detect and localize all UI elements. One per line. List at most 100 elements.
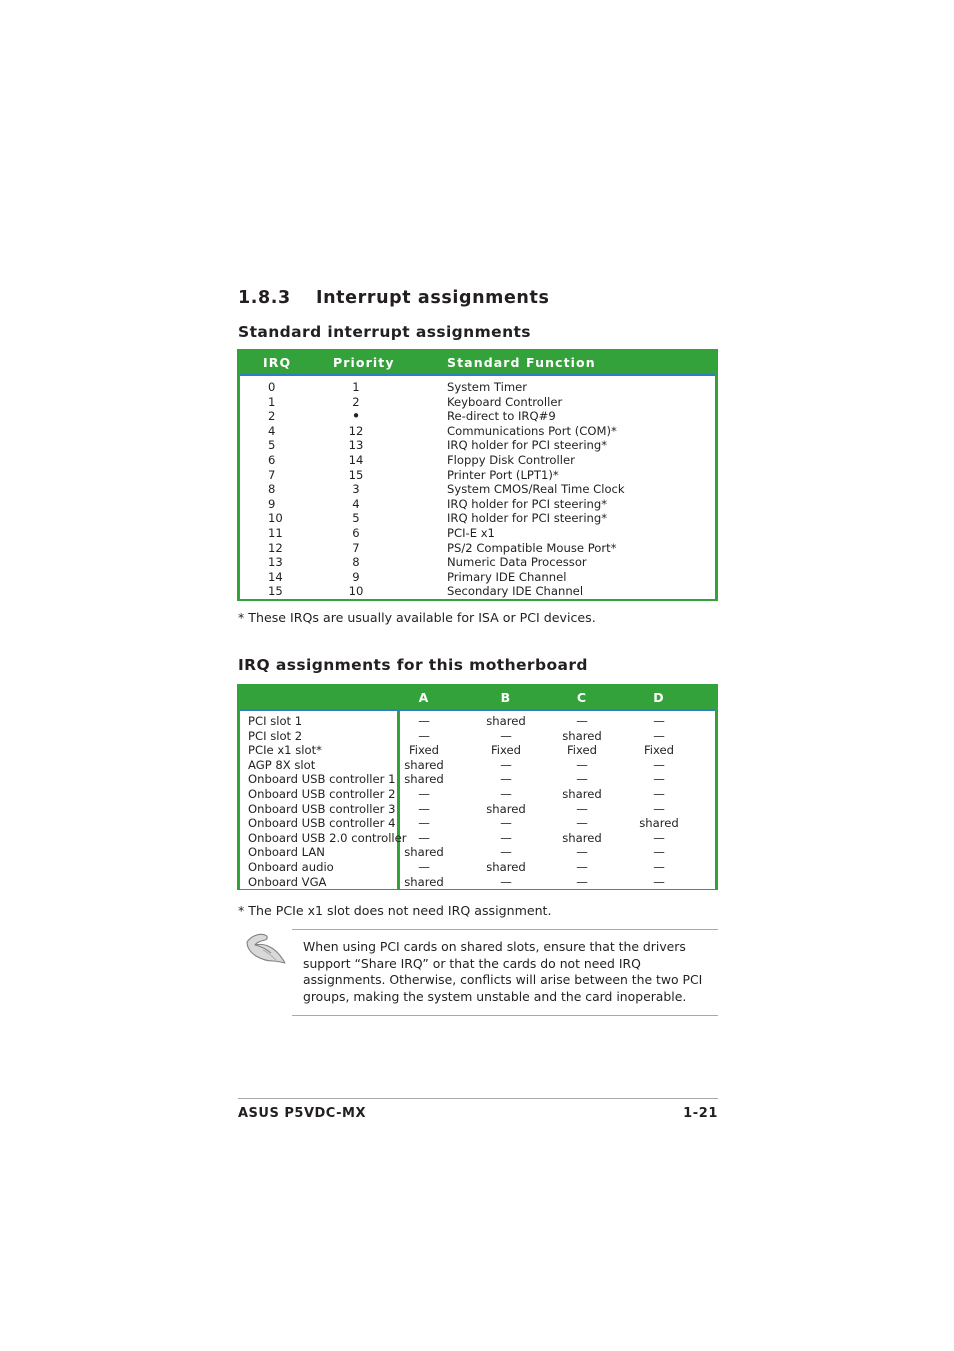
- table-row: 2 • Re-direct to IRQ#9: [240, 409, 715, 424]
- cell-priority: 14: [348, 452, 364, 467]
- column-header-irq: IRQ: [263, 355, 292, 370]
- cell-standard-function: Secondary IDE Channel: [447, 584, 584, 599]
- cell-irq: 5: [268, 438, 276, 453]
- cell-standard-function: IRQ holder for PCI steering*: [447, 496, 608, 511]
- footer-product-name: ASUS P5VDC-MX: [238, 1106, 366, 1121]
- cell-irq-d: —: [653, 772, 665, 787]
- cell-irq-d: —: [653, 845, 665, 860]
- cell-irq-b: —: [500, 786, 512, 801]
- table-row: 15 10 Secondary IDE Channel: [240, 584, 715, 599]
- cell-irq: 12: [268, 540, 283, 555]
- table-row: 13 8 Numeric Data Processor: [240, 555, 715, 570]
- cell-irq: 2: [268, 409, 276, 424]
- column-header-a: A: [418, 690, 430, 705]
- cell-device-name: Onboard USB controller 3: [248, 801, 396, 816]
- cell-device-name: Onboard USB controller 4: [248, 816, 396, 831]
- cell-irq-b: —: [500, 757, 512, 772]
- table-header-row: IRQ Priority Standard Function: [240, 352, 715, 376]
- cell-irq-b: —: [500, 816, 512, 831]
- cell-priority: 7: [352, 540, 360, 555]
- cell-device-name: Onboard LAN: [248, 845, 325, 860]
- cell-irq-c: —: [576, 714, 588, 728]
- board-table-heading: IRQ assignments for this motherboard: [238, 656, 588, 674]
- table-body: PCI slot 1— shared — — PCI slot 2— — shared — PC…: [240, 711, 715, 890]
- cell-irq-a: shared: [404, 772, 444, 787]
- cell-irq-a: —: [418, 714, 430, 728]
- cell-priority: 8: [352, 555, 360, 570]
- page-title: 1.8.3 Interrupt assignments: [238, 288, 549, 308]
- cell-irq-b: —: [500, 830, 512, 845]
- cell-device-name: Onboard VGA: [248, 874, 327, 889]
- column-header-d: D: [653, 690, 665, 705]
- cell-irq-c: Fixed: [566, 743, 598, 758]
- cell-standard-function: System CMOS/Real Time Clock: [447, 482, 625, 497]
- table-row: 6 14 Floppy Disk Controller: [240, 453, 715, 468]
- table-row: 10 5 IRQ holder for PCI steering*: [240, 511, 715, 526]
- cell-irq: 10: [268, 511, 283, 526]
- table-row: 12 7 PS/2 Compatible Mouse Port*: [240, 541, 715, 556]
- standard-table-heading: Standard interrupt assignments: [238, 323, 531, 341]
- cell-irq-a: shared: [404, 874, 444, 889]
- cell-standard-function: Primary IDE Channel: [447, 569, 567, 584]
- document-page: 1.8.3 Interrupt assignments Standard inte…: [0, 0, 954, 1351]
- cell-irq-a: Fixed: [408, 743, 440, 758]
- cell-standard-function: Re-direct to IRQ#9: [447, 409, 556, 424]
- cell-irq-c: —: [576, 845, 588, 860]
- cell-device-name: PCI slot 2: [248, 728, 303, 743]
- note-text: When using PCI cards on shared slots, en…: [303, 939, 703, 1004]
- cell-irq-c: —: [576, 757, 588, 772]
- board-irq-table: A B C D PCI slot 1— shared — — PCI slot 2— — s…: [237, 684, 718, 890]
- cell-priority: 12: [348, 423, 364, 438]
- cell-standard-function: Keyboard Controller: [447, 394, 563, 409]
- cell-irq-c: —: [576, 772, 588, 787]
- table-row: 7 15 Printer Port (LPT1)*: [240, 468, 715, 483]
- footer-divider: [238, 1098, 718, 1099]
- cell-irq-a: shared: [404, 845, 444, 860]
- cell-irq: 11: [268, 525, 283, 540]
- table-row: Onboard LAN shared — — —: [240, 845, 715, 860]
- table-row: AGP 8X slot shared — — —: [240, 758, 715, 773]
- cell-device-name: Onboard USB controller 2: [248, 786, 396, 801]
- standard-table-footnote: * These IRQs are usually available for I…: [238, 610, 596, 625]
- cell-device-name: Onboard USB controller 1: [248, 772, 396, 787]
- cell-standard-function: Communications Port (COM)*: [447, 423, 617, 438]
- table-row: Onboard USB controller 1 shared — — —: [240, 772, 715, 787]
- cell-irq: 0: [268, 380, 276, 394]
- cell-device-name: AGP 8X slot: [248, 757, 316, 772]
- board-table-footnote: * The PCIe x1 slot does not need IRQ ass…: [238, 903, 552, 918]
- table-row: Onboard USB controller 3 — shared — —: [240, 802, 715, 817]
- cell-irq: 4: [268, 423, 276, 438]
- cell-irq-a: shared: [404, 757, 444, 772]
- cell-irq-d: —: [653, 830, 665, 845]
- table-row: 0 1 System Timer: [240, 380, 715, 395]
- cell-standard-function: PS/2 Compatible Mouse Port*: [447, 540, 617, 555]
- section-title: Interrupt assignments: [316, 288, 550, 308]
- table-row: 9 4 IRQ holder for PCI steering*: [240, 497, 715, 512]
- cell-priority: 1: [352, 380, 360, 394]
- cell-priority: 6: [352, 525, 360, 540]
- table-row: 14 9 Primary IDE Channel: [240, 570, 715, 585]
- footer-page-number: 1-21: [683, 1106, 718, 1121]
- section-number: 1.8.3: [238, 288, 291, 308]
- cell-irq-b: —: [500, 772, 512, 787]
- cell-priority: 15: [348, 467, 364, 482]
- cell-irq-c: shared: [562, 786, 602, 801]
- pointing-hand-icon: [243, 930, 289, 970]
- cell-priority: •: [351, 407, 361, 426]
- cell-irq-d: Fixed: [643, 743, 675, 758]
- cell-standard-function: Numeric Data Processor: [447, 555, 587, 570]
- cell-irq-d: —: [653, 714, 665, 728]
- cell-standard-function: PCI-E x1: [447, 525, 495, 540]
- cell-irq-b: —: [500, 728, 512, 743]
- cell-irq-c: —: [576, 816, 588, 831]
- cell-irq-c: —: [576, 874, 588, 889]
- cell-priority: 5: [352, 511, 360, 526]
- standard-interrupt-table: IRQ Priority Standard Function 0 1 System …: [237, 349, 718, 601]
- cell-irq-a: —: [418, 786, 430, 801]
- table-body: 0 1 System Timer 1 2 Keyboard Controller 2 • Re-…: [240, 376, 715, 599]
- table-row: 1 2 Keyboard Controller: [240, 395, 715, 410]
- cell-irq: 7: [268, 467, 276, 482]
- cell-priority: 10: [348, 584, 364, 599]
- cell-standard-function: IRQ holder for PCI steering*: [447, 511, 608, 526]
- cell-irq-c: —: [576, 801, 588, 816]
